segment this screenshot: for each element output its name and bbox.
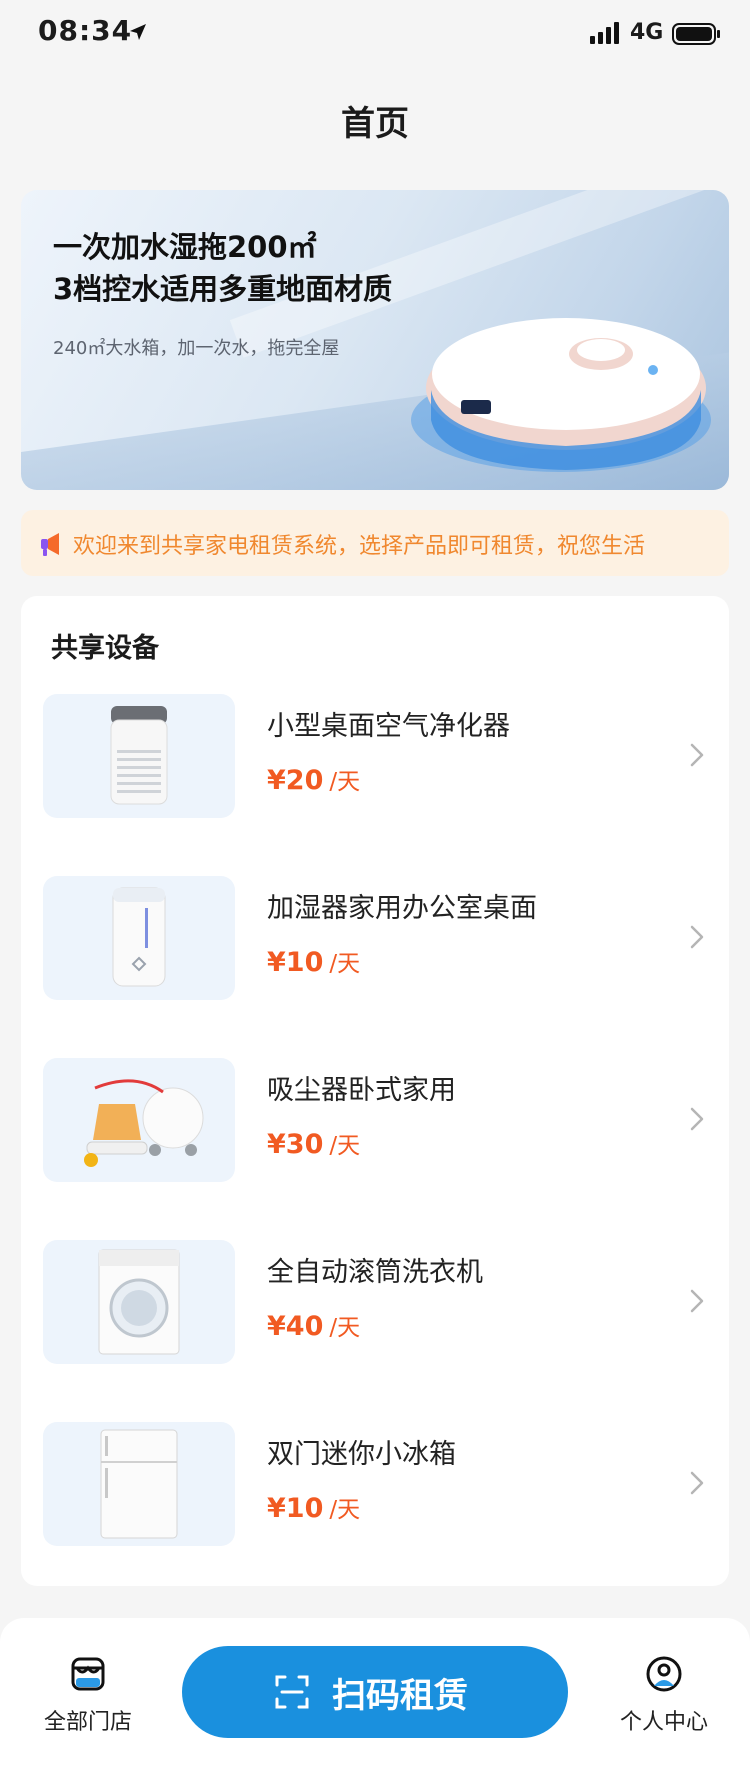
product-price: ¥10/天 — [267, 1490, 360, 1524]
bottom-tab-bar: 全部门店 扫码租赁 个人中心 — [0, 1618, 750, 1766]
product-thumbnail — [43, 1422, 235, 1546]
price-unit: /天 — [329, 1497, 361, 1523]
speaker-icon — [41, 533, 59, 556]
washing-machine-icon — [98, 1249, 180, 1355]
tab-profile[interactable]: 个人中心 — [606, 1654, 722, 1744]
chevron-right-icon — [690, 1107, 704, 1131]
humidifier-icon — [112, 887, 166, 987]
price-unit: /天 — [329, 951, 361, 977]
section-title: 共享设备 — [51, 633, 159, 664]
banner-headline-line2: 3档控水适用多重地面材质 — [53, 272, 393, 306]
price-unit: /天 — [329, 769, 361, 795]
network-label: 4G — [630, 20, 664, 45]
page-title: 首页 — [341, 104, 409, 144]
product-price: ¥10/天 — [267, 944, 360, 978]
product-name: 小型桌面空气净化器 — [267, 711, 510, 742]
store-icon — [71, 1657, 105, 1691]
product-thumbnail — [43, 1058, 235, 1182]
signal-icon — [590, 22, 619, 44]
list-item[interactable]: 吸尘器卧式家用 ¥30/天 — [43, 1058, 707, 1182]
banner-subtitle: 240㎡大水箱，加一次水，拖完全屋 — [53, 338, 340, 359]
notice-bar[interactable]: 欢迎来到共享家电租赁系统，选择产品即可租赁，祝您生活 — [21, 510, 729, 576]
product-name: 吸尘器卧式家用 — [267, 1075, 456, 1106]
robot-vacuum-image — [411, 318, 711, 472]
product-name: 双门迷你小冰箱 — [267, 1439, 456, 1470]
price-amount: ¥40 — [267, 1311, 324, 1342]
product-price: ¥40/天 — [267, 1308, 360, 1342]
tab-all-stores[interactable]: 全部门店 — [30, 1654, 146, 1744]
chevron-right-icon — [690, 925, 704, 949]
price-unit: /天 — [329, 1315, 361, 1341]
price-amount: ¥30 — [267, 1129, 324, 1160]
banner-headline: 一次加水湿拖200㎡ 3档控水适用多重地面材质 — [53, 226, 392, 310]
chevron-right-icon — [690, 1471, 704, 1495]
price-amount: ¥10 — [267, 1493, 324, 1524]
product-thumbnail — [43, 694, 235, 818]
air-purifier-icon — [110, 706, 168, 805]
price-amount: ¥10 — [267, 947, 324, 978]
tab-profile-label: 个人中心 — [619, 1710, 708, 1735]
user-icon — [646, 1656, 682, 1692]
product-name: 加湿器家用办公室桌面 — [267, 893, 537, 924]
product-name: 全自动滚筒洗衣机 — [267, 1257, 483, 1288]
battery-icon — [672, 23, 720, 45]
fridge-icon — [100, 1429, 178, 1539]
price-unit: /天 — [329, 1133, 361, 1159]
promo-banner[interactable]: 一次加水湿拖200㎡ 3档控水适用多重地面材质 240㎡大水箱，加一次水，拖完全… — [21, 190, 729, 490]
banner-headline-line1: 一次加水湿拖200㎡ — [53, 230, 317, 264]
tab-all-stores-label: 全部门店 — [43, 1710, 132, 1735]
list-item[interactable]: 全自动滚筒洗衣机 ¥40/天 — [43, 1240, 707, 1364]
status-bar: 08:34 4G — [0, 0, 750, 70]
location-arrow-icon — [130, 24, 146, 40]
status-time: 08:34 — [38, 14, 133, 47]
chevron-right-icon — [690, 743, 704, 767]
scan-rent-label: 扫码租赁 — [332, 1676, 468, 1716]
notice-text: 欢迎来到共享家电租赁系统，选择产品即可租赁，祝您生活 — [73, 534, 646, 559]
price-amount: ¥20 — [267, 765, 324, 796]
scan-icon — [275, 1675, 309, 1709]
list-item[interactable]: 加湿器家用办公室桌面 ¥10/天 — [43, 876, 707, 1000]
product-thumbnail — [43, 1240, 235, 1364]
list-item[interactable]: 小型桌面空气净化器 ¥20/天 — [43, 694, 707, 818]
product-price: ¥20/天 — [267, 762, 360, 796]
chevron-right-icon — [690, 1289, 704, 1313]
product-thumbnail — [43, 876, 235, 1000]
vacuum-cleaner-icon — [84, 1079, 204, 1167]
list-item[interactable]: 双门迷你小冰箱 ¥10/天 — [43, 1422, 707, 1546]
product-price: ¥30/天 — [267, 1126, 360, 1160]
scan-rent-button[interactable]: 扫码租赁 — [182, 1646, 568, 1738]
shared-devices-card: 共享设备 小型桌面空气净化器 ¥20/天 加湿器家用办公室桌面 ¥10 /天 吸… — [21, 596, 729, 1586]
